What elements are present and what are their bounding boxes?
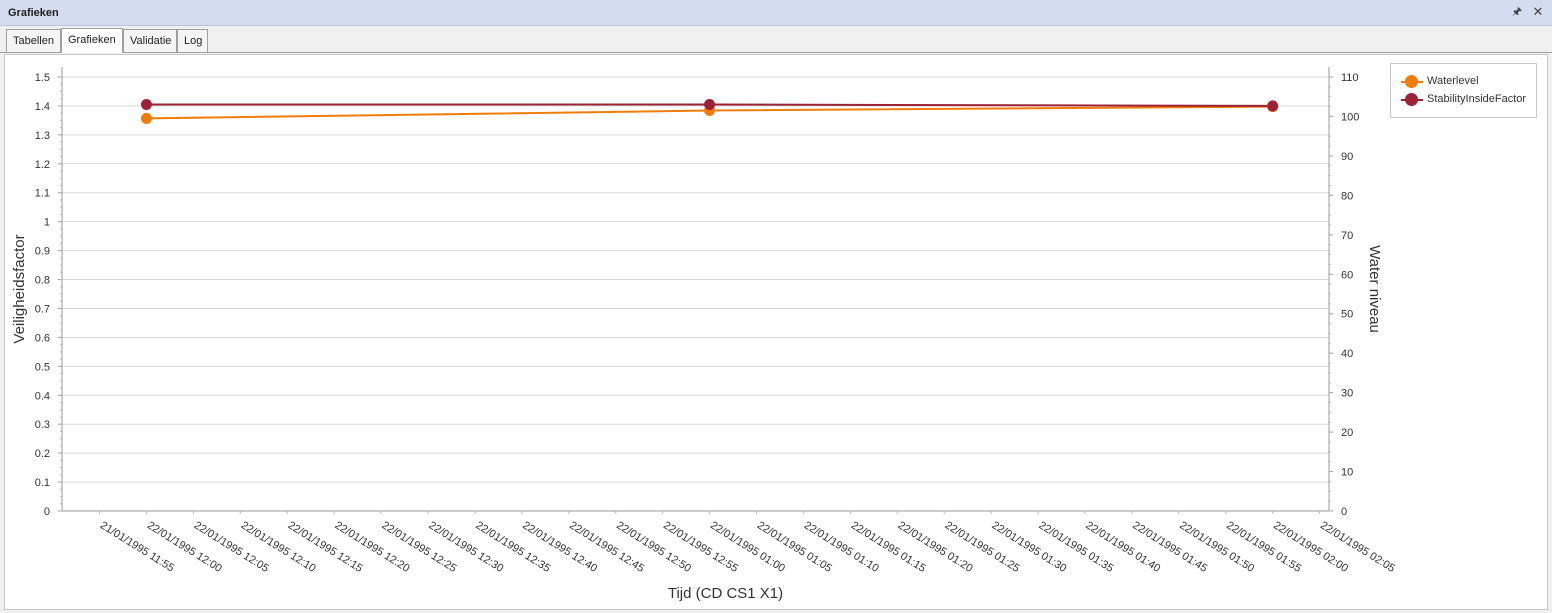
legend-label-stability: StabilityInsideFactor (1427, 93, 1527, 105)
x-tick-label: 22/01/1995 02:05 (1318, 519, 1397, 575)
y2-tick-label: 10 (1341, 467, 1353, 479)
y-axis-title: Veiligheidsfactor (11, 234, 28, 343)
y-tick-label: 0.3 (35, 419, 50, 431)
y2-tick-label: 60 (1341, 269, 1353, 281)
y2-tick-label: 100 (1341, 111, 1359, 123)
y-tick-label: 0.4 (35, 390, 50, 402)
line-chart: 0 0.1 0.2 0.3 0.4 0.5 0.6 0.7 0.8 0.9 1 1.1 1.2 1.3 1.… (11, 67, 1397, 602)
y-tick-label: 1.3 (35, 130, 50, 142)
y2-tick-label: 20 (1341, 427, 1353, 439)
y2-tick-label: 110 (1341, 72, 1359, 84)
y2-tick-label: 80 (1341, 190, 1353, 202)
y-tick-label: 0.7 (35, 303, 50, 315)
data-point-stabilityinsidefactor (704, 98, 716, 110)
y-tick-label: 1 (44, 217, 50, 229)
x-axis-title: Tijd (CD CS1 X1) (668, 585, 783, 602)
legend-marker-stability (1401, 92, 1423, 108)
y-tick-label: 0.2 (35, 448, 50, 460)
y-tick-label: 0.5 (35, 361, 50, 373)
y-tick-label: 0.8 (35, 275, 50, 287)
chart-legend: Waterlevel StabilityInsideFactor (1390, 63, 1537, 118)
y2-tick-label: 90 (1341, 151, 1353, 163)
y-tick-label: 1.1 (35, 188, 50, 200)
y-tick-label: 0.1 (35, 477, 50, 489)
legend-marker-waterlevel (1401, 74, 1423, 90)
y2-tick-label: 0 (1341, 506, 1347, 518)
y-tick-label: 1.5 (35, 72, 50, 84)
data-point-waterlevel (140, 112, 152, 124)
y-tick-label: 0.9 (35, 246, 50, 258)
y2-tick-label: 40 (1341, 348, 1353, 360)
y2-tick-label: 70 (1341, 230, 1353, 242)
y-tick-label: 1.4 (35, 101, 50, 113)
y-tick-label: 0.6 (35, 332, 50, 344)
y2-tick-label: 50 (1341, 309, 1353, 321)
y-tick-label: 1.2 (35, 159, 50, 171)
legend-label-waterlevel: Waterlevel (1427, 75, 1479, 87)
y-tick-label: 0 (44, 506, 50, 518)
y2-tick-label: 30 (1341, 388, 1353, 400)
data-point-stabilityinsidefactor (140, 98, 152, 110)
data-point-stabilityinsidefactor (1267, 100, 1279, 112)
y2-axis-title: Water niveau (1366, 245, 1383, 333)
